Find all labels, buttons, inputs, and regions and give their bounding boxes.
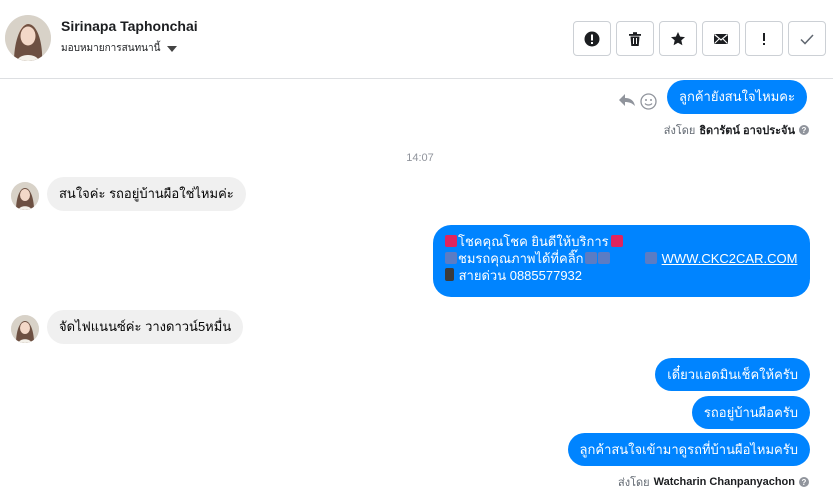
assign-conversation-dropdown[interactable]: มอบหมายการสนทนานี้ <box>61 41 178 56</box>
message-text: ลูกค้ายังสนใจไหมคะ <box>679 89 795 104</box>
message-bubble-incoming[interactable]: จัดไฟแนนซ์ค่ะ วางดาวน์5หมื่น <box>47 310 244 344</box>
info-icon[interactable]: ? <box>799 477 809 487</box>
spam-button[interactable] <box>573 21 611 56</box>
caret-down-icon <box>167 45 178 52</box>
down-arrow-emoji-icon <box>597 252 610 264</box>
conversation-actions <box>573 21 826 56</box>
message-bubble-outgoing[interactable]: เดี๋ยวแอดมินเช็คให้ครับ <box>655 358 810 391</box>
contact-name[interactable]: Sirinapa Taphonchai <box>61 18 198 34</box>
message-line-1: โชคคุณโชค ยินดีให้บริการ <box>445 233 798 250</box>
follow-up-button[interactable] <box>745 21 783 56</box>
sent-by-prefix: ส่งโดย <box>663 125 696 137</box>
sent-by-prefix: ส่งโดย <box>618 477 650 489</box>
sender-name[interactable]: ธิดารัตน์ อาจประจัน <box>699 121 795 139</box>
conversation-header: Sirinapa Taphonchai มอบหมายการสนทนานี้ <box>0 0 833 79</box>
star-button[interactable] <box>659 21 697 56</box>
message-line-2: ชมรถคุณภาพได้ที่คลิ๊ก WWW.CKC2CAR.COM <box>445 250 798 267</box>
star-icon <box>671 31 685 45</box>
contact-avatar-small[interactable] <box>11 315 39 343</box>
phone-emoji-icon <box>445 268 454 281</box>
message-text: ลูกค้าสนใจเข้ามาดูรถที่บ้านผือไหมครับ <box>579 442 798 457</box>
sparkle-emoji-icon <box>445 235 457 247</box>
contact-avatar[interactable] <box>5 15 51 61</box>
message-bubble-incoming[interactable]: สนใจค่ะ รถอยู่บ้านผือใช่ไหมค่ะ <box>47 177 246 211</box>
mark-done-button[interactable] <box>788 21 826 56</box>
reply-icon[interactable] <box>618 92 636 113</box>
timestamp-divider: 14:07 <box>406 152 434 164</box>
react-emoji-icon[interactable] <box>640 93 657 115</box>
trash-icon <box>629 31 641 46</box>
alert-circle-icon <box>584 31 600 46</box>
message-line-3: สายด่วน 0885577932 <box>445 267 798 284</box>
assign-label: มอบหมายการสนทนานี้ <box>61 43 161 54</box>
message-text: สนใจค่ะ รถอยู่บ้านผือใช่ไหมค่ะ <box>59 186 234 201</box>
message-bubble-outgoing[interactable]: ลูกค้ายังสนใจไหมคะ <box>667 80 807 114</box>
website-link[interactable]: WWW.CKC2CAR.COM <box>662 251 798 266</box>
envelope-icon <box>714 33 728 44</box>
sent-by-label: ส่งโดย ธิดารัตน์ อาจประจัน ? <box>664 121 809 139</box>
mark-unread-button[interactable] <box>702 21 740 56</box>
play-emoji-icon <box>445 252 457 264</box>
message-bubble-outgoing[interactable]: รถอยู่บ้านผือครับ <box>691 396 810 429</box>
message-text: เดี๋ยวแอดมินเช็คให้ครับ <box>667 367 798 382</box>
message-text: รถอยู่บ้านผือครับ <box>703 405 798 420</box>
check-icon <box>800 33 814 45</box>
message-text: จัดไฟแนนซ์ค่ะ วางดาวน์5หมื่น <box>59 319 232 334</box>
down-arrow-emoji-icon <box>584 252 597 264</box>
delete-button[interactable] <box>616 21 654 56</box>
message-bubble-outgoing[interactable]: โชคคุณโชค ยินดีให้บริการ ชมรถคุณภาพได้ที… <box>433 225 810 297</box>
message-bubble-outgoing[interactable]: ลูกค้าสนใจเข้ามาดูรถที่บ้านผือไหมครับ <box>567 433 810 466</box>
sender-name[interactable]: Watcharin Chanpanyachon <box>654 476 795 488</box>
info-icon[interactable]: ? <box>799 125 809 135</box>
contact-avatar-small[interactable] <box>11 182 39 210</box>
exclamation-icon <box>763 32 765 45</box>
sparkle-emoji-icon <box>610 235 623 247</box>
play-emoji-icon <box>645 252 657 264</box>
sent-by-label: ส่งโดย Watcharin Chanpanyachon ? <box>618 473 809 491</box>
